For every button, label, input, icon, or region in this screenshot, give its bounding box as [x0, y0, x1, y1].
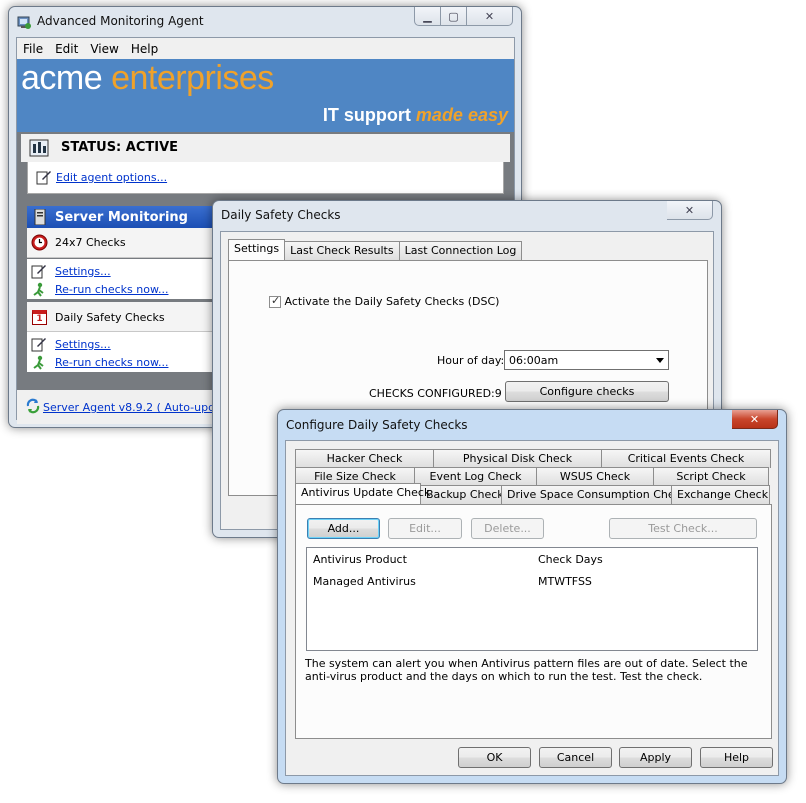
dsc-titlebar[interactable]: Daily Safety Checks ✕ — [213, 201, 721, 231]
cancel-button[interactable]: Cancel — [539, 747, 612, 768]
maximize-icon: ▢ — [448, 9, 459, 23]
tab-drive-space-consumption-check[interactable]: Drive Space Consumption Check — [501, 485, 687, 504]
brand-word-acme: acme — [21, 59, 103, 97]
rerun-icon — [33, 282, 44, 297]
clock-icon — [31, 234, 48, 251]
config-caption-buttons: ✕ — [732, 410, 778, 430]
config-tabs-row3: Antivirus Update Check Backup Check Driv… — [295, 483, 770, 504]
daily-checks-label: Daily Safety Checks — [55, 311, 165, 324]
hour-of-day-label: Hour of day: — [437, 354, 505, 367]
test-check-button[interactable]: Test Check... — [609, 518, 757, 539]
configure-checks-button[interactable]: Configure checks — [505, 381, 669, 402]
edit-agent-options-link[interactable]: Edit agent options... — [56, 171, 167, 184]
settings-247-link[interactable]: Settings... — [55, 265, 111, 278]
brand-banner: acme enterprises IT support made easy — [17, 59, 514, 132]
calendar-icon: 1 — [32, 310, 47, 325]
server-icon — [34, 209, 46, 225]
menu-edit[interactable]: Edit — [55, 42, 78, 56]
chevron-down-icon — [656, 358, 664, 363]
edit-options-panel: Edit agent options... — [27, 162, 504, 194]
row-days: MTWTFSS — [538, 575, 592, 588]
apply-button[interactable]: Apply — [619, 747, 692, 768]
close-icon: ✕ — [684, 203, 695, 217]
delete-button[interactable]: Delete... — [471, 518, 544, 539]
server-agent-version-link[interactable]: Server Agent v8.9.2 ( Auto-updated — [43, 401, 240, 414]
agent-menubar: File Edit View Help — [17, 38, 514, 59]
tab-exchange-check[interactable]: Exchange Check — [671, 485, 770, 504]
activate-dsc-checkbox[interactable] — [269, 294, 281, 308]
tab-physical-disk-check[interactable]: Physical Disk Check — [433, 449, 602, 468]
add-button[interactable]: Add... — [307, 518, 380, 539]
tab-last-connection-log[interactable]: Last Connection Log — [398, 241, 523, 260]
dsc-window-title: Daily Safety Checks — [221, 208, 341, 222]
activate-dsc-option[interactable]: Activate the Daily Safety Checks (DSC) — [269, 294, 500, 308]
status-label: STATUS: ACTIVE — [61, 140, 179, 155]
tab-critical-events-check[interactable]: Critical Events Check — [601, 449, 771, 468]
status-meter-icon — [29, 139, 49, 157]
dsc-close-button[interactable]: ✕ — [667, 201, 713, 220]
config-window-title: Configure Daily Safety Checks — [286, 418, 468, 432]
tab-backup-check[interactable]: Backup Check — [420, 485, 504, 504]
maximize-button[interactable]: ▢ — [441, 7, 467, 26]
rerun-daily-link[interactable]: Re-run checks now... — [55, 356, 168, 369]
agent-window-title: Advanced Monitoring Agent — [37, 14, 204, 28]
close-icon: ✕ — [484, 9, 495, 23]
status-panel: STATUS: ACTIVE — [21, 134, 510, 162]
close-button[interactable]: ✕ — [467, 7, 513, 26]
ok-button[interactable]: OK — [458, 747, 531, 768]
edit-button[interactable]: Edit... — [388, 518, 462, 539]
brand-tagline: IT support made easy — [323, 105, 508, 126]
menu-help[interactable]: Help — [131, 42, 158, 56]
tab-settings[interactable]: Settings — [228, 239, 286, 260]
config-tabs-row1: Hacker Check Physical Disk Check Critica… — [295, 449, 771, 468]
settings-daily-link[interactable]: Settings... — [55, 338, 111, 351]
tab-script-check[interactable]: Script Check — [653, 467, 769, 486]
refresh-icon — [26, 398, 40, 414]
dsc-caption-buttons: ✕ — [667, 201, 713, 221]
tab-antivirus-update-check[interactable]: Antivirus Update Check — [295, 483, 430, 504]
menu-view[interactable]: View — [90, 42, 118, 56]
help-button[interactable]: Help — [700, 747, 773, 768]
config-close-button[interactable]: ✕ — [732, 410, 778, 429]
antivirus-tab-page: Add... Edit... Delete... Test Check... A… — [295, 504, 772, 739]
rerun-icon — [33, 355, 44, 370]
antivirus-list[interactable]: Antivirus Product Check Days Managed Ant… — [306, 547, 758, 651]
agent-titlebar[interactable]: Advanced Monitoring Agent ▁ ▢ ✕ — [9, 7, 521, 37]
tab-wsus-check[interactable]: WSUS Check — [536, 467, 654, 486]
config-client-area: Hacker Check Physical Disk Check Critica… — [285, 440, 779, 776]
settings-icon — [31, 338, 46, 352]
hour-of-day-select[interactable]: 06:00am — [504, 350, 669, 370]
checks-247-label: 24x7 Checks — [55, 236, 126, 249]
tab-last-check-results[interactable]: Last Check Results — [284, 241, 400, 260]
tagline-part1: IT support — [322, 105, 411, 125]
edit-options-icon — [36, 171, 51, 185]
tab-hacker-check[interactable]: Hacker Check — [295, 449, 434, 468]
minimize-button[interactable]: ▁ — [414, 7, 441, 26]
config-window: Configure Daily Safety Checks ✕ Hacker C… — [277, 409, 787, 784]
tab-event-log-check[interactable]: Event Log Check — [414, 467, 537, 486]
col-antivirus-product[interactable]: Antivirus Product — [313, 548, 407, 570]
antivirus-description: The system can alert you when Antivirus … — [305, 657, 748, 683]
col-check-days[interactable]: Check Days — [538, 548, 603, 570]
brand-word-enterprises: enterprises — [111, 59, 274, 97]
rerun-247-link[interactable]: Re-run checks now... — [55, 283, 168, 296]
menu-file[interactable]: File — [23, 42, 43, 56]
agent-app-icon — [17, 16, 31, 29]
hour-of-day-value: 06:00am — [509, 354, 559, 367]
table-row[interactable]: Managed Antivirus MTWTFSS — [307, 572, 757, 592]
settings-icon — [31, 265, 46, 279]
row-product: Managed Antivirus — [313, 575, 416, 588]
config-titlebar[interactable]: Configure Daily Safety Checks ✕ — [278, 410, 786, 440]
server-monitoring-label: Server Monitoring — [55, 210, 188, 225]
agent-caption-buttons: ▁ ▢ ✕ — [414, 7, 513, 27]
brand-logo: acme enterprises — [21, 59, 274, 98]
activate-dsc-label: Activate the Daily Safety Checks (DSC) — [284, 295, 500, 308]
dsc-tabs: Settings Last Check Results Last Connect… — [228, 239, 523, 260]
tagline-part2: made easy — [415, 105, 508, 125]
calendar-icon-day: 1 — [36, 314, 43, 324]
close-icon: ✕ — [749, 412, 760, 426]
checks-configured-label: CHECKS CONFIGURED:9 — [369, 387, 502, 400]
minimize-icon: ▁ — [423, 9, 432, 23]
